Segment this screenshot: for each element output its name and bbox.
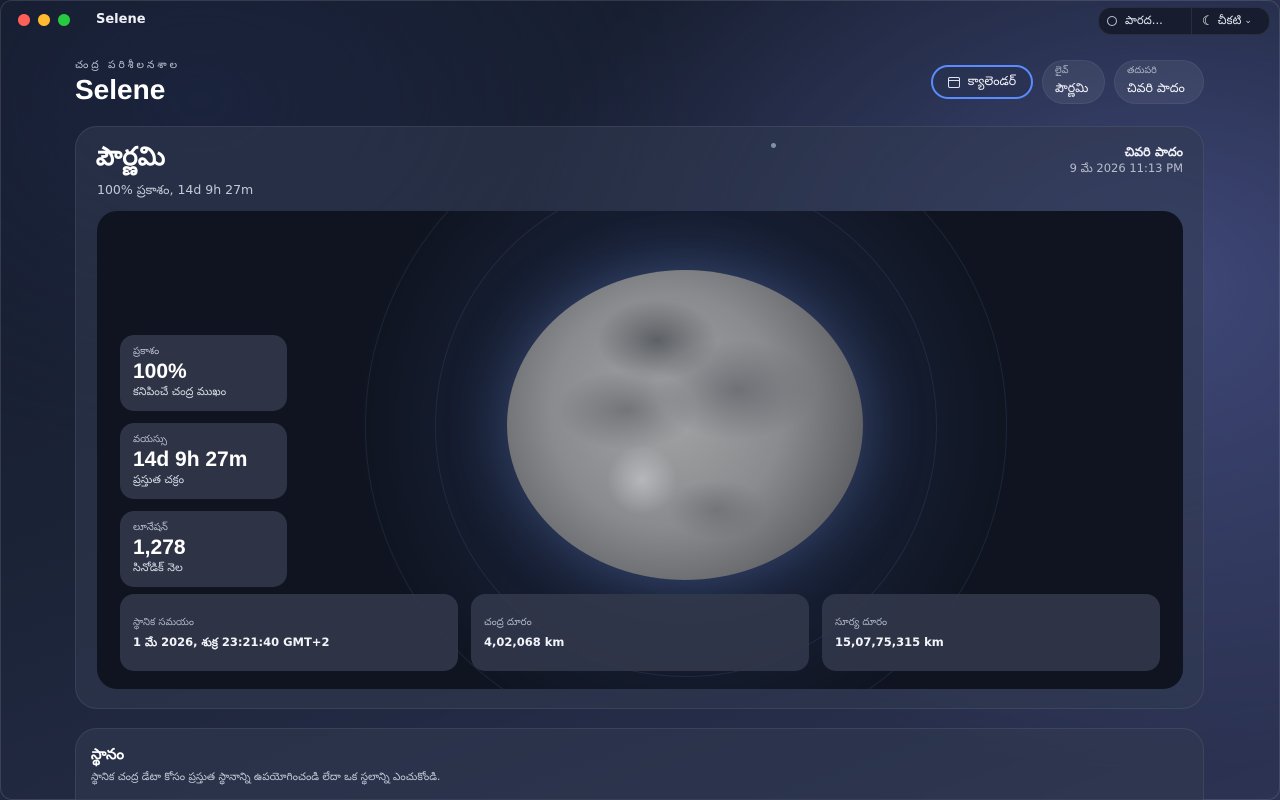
theme-selector[interactable]: ☾ చీకటి ⌄ — [1191, 8, 1262, 34]
calendar-button[interactable]: క్యాలెండర్ — [931, 65, 1033, 99]
info-label: చంద్ర దూరం — [484, 617, 532, 628]
sun-distance-card: సూర్య దూరం 15,07,75,315 km — [822, 594, 1160, 671]
info-value: 15,07,75,315 km — [835, 635, 944, 649]
next-phase-label: చివరి పాదం — [1127, 80, 1185, 95]
next-phase-caption: తదుపరి — [1127, 65, 1157, 76]
moon-icon: ☾ — [1202, 13, 1214, 29]
calendar-button-label: క్యాలెండర్ — [967, 72, 1017, 88]
age-stat-card: వయస్సు 14d 9h 27m ప్రస్తుత చక్రం — [120, 423, 287, 499]
stat-note: సినోడిక్ నెల — [133, 561, 183, 574]
lunation-stat-card: లూనేషన్ 1,278 సినోడిక్ నెల — [120, 511, 287, 587]
info-label: సూర్య దూరం — [835, 617, 888, 628]
live-phase-caption: లైవ్ — [1055, 65, 1069, 76]
stat-note: కనిపించే చంద్ర ముఖం — [133, 385, 227, 398]
location-description: స్థానిక చంద్ర డేటా కోసం ప్రస్తుత స్థానాన… — [91, 771, 441, 783]
stat-note: ప్రస్తుత చక్రం — [133, 473, 185, 486]
stat-value: 1,278 — [133, 536, 186, 559]
page-eyebrow: చంద్ర పరిశీలనశాల — [75, 59, 181, 71]
upcoming-phase-date: 9 మే 2026 11:13 PM — [1069, 161, 1183, 175]
minimize-window-button[interactable] — [38, 14, 50, 26]
title-bar: Selene పారద... ☾ చీకటి ⌄ — [0, 0, 1280, 40]
location-selector-label: పారద... — [1125, 12, 1163, 27]
theme-selector-label: చీకటి — [1217, 12, 1242, 27]
info-value: 1 మే 2026, శుక్ర 23:21:40 GMT+2 — [133, 635, 330, 649]
calendar-icon — [947, 76, 960, 88]
page-title: Selene — [75, 74, 166, 105]
stat-value: 100% — [133, 360, 187, 383]
stat-value: 14d 9h 27m — [133, 448, 248, 471]
live-phase-label: పౌర్ణమి — [1055, 80, 1089, 95]
info-label: స్థానిక సమయం — [133, 617, 194, 628]
toolbar-pill: పారద... ☾ చీకటి ⌄ — [1098, 7, 1270, 35]
stat-label: ప్రకాశం — [133, 346, 160, 357]
radio-icon — [1107, 16, 1117, 26]
info-value: 4,02,068 km — [484, 635, 565, 649]
live-phase-button[interactable]: లైవ్ పౌర్ణమి — [1042, 60, 1105, 104]
location-selector[interactable]: పారద... — [1099, 8, 1191, 34]
phase-subtitle: 100% ప్రకాశం, 14d 9h 27m — [97, 182, 254, 197]
zoom-window-button[interactable] — [58, 14, 70, 26]
location-card — [75, 728, 1204, 800]
illumination-stat-card: ప్రకాశం 100% కనిపించే చంద్ర ముఖం — [120, 335, 287, 411]
next-phase-button[interactable]: తదుపరి చివరి పాదం — [1114, 60, 1204, 104]
location-title: స్థానం — [91, 745, 125, 763]
close-window-button[interactable] — [18, 14, 30, 26]
chevron-down-icon: ⌄ — [1244, 16, 1252, 26]
app-title: Selene — [96, 12, 146, 27]
moon-image — [507, 270, 863, 580]
stat-label: లూనేషన్ — [133, 522, 168, 533]
moon-distance-card: చంద్ర దూరం 4,02,068 km — [471, 594, 809, 671]
stat-label: వయస్సు — [133, 434, 168, 445]
phase-name: పౌర్ణమి — [96, 142, 166, 172]
orbit-marker — [771, 143, 776, 148]
local-time-card: స్థానిక సమయం 1 మే 2026, శుక్ర 23:21:40 G… — [120, 594, 458, 671]
